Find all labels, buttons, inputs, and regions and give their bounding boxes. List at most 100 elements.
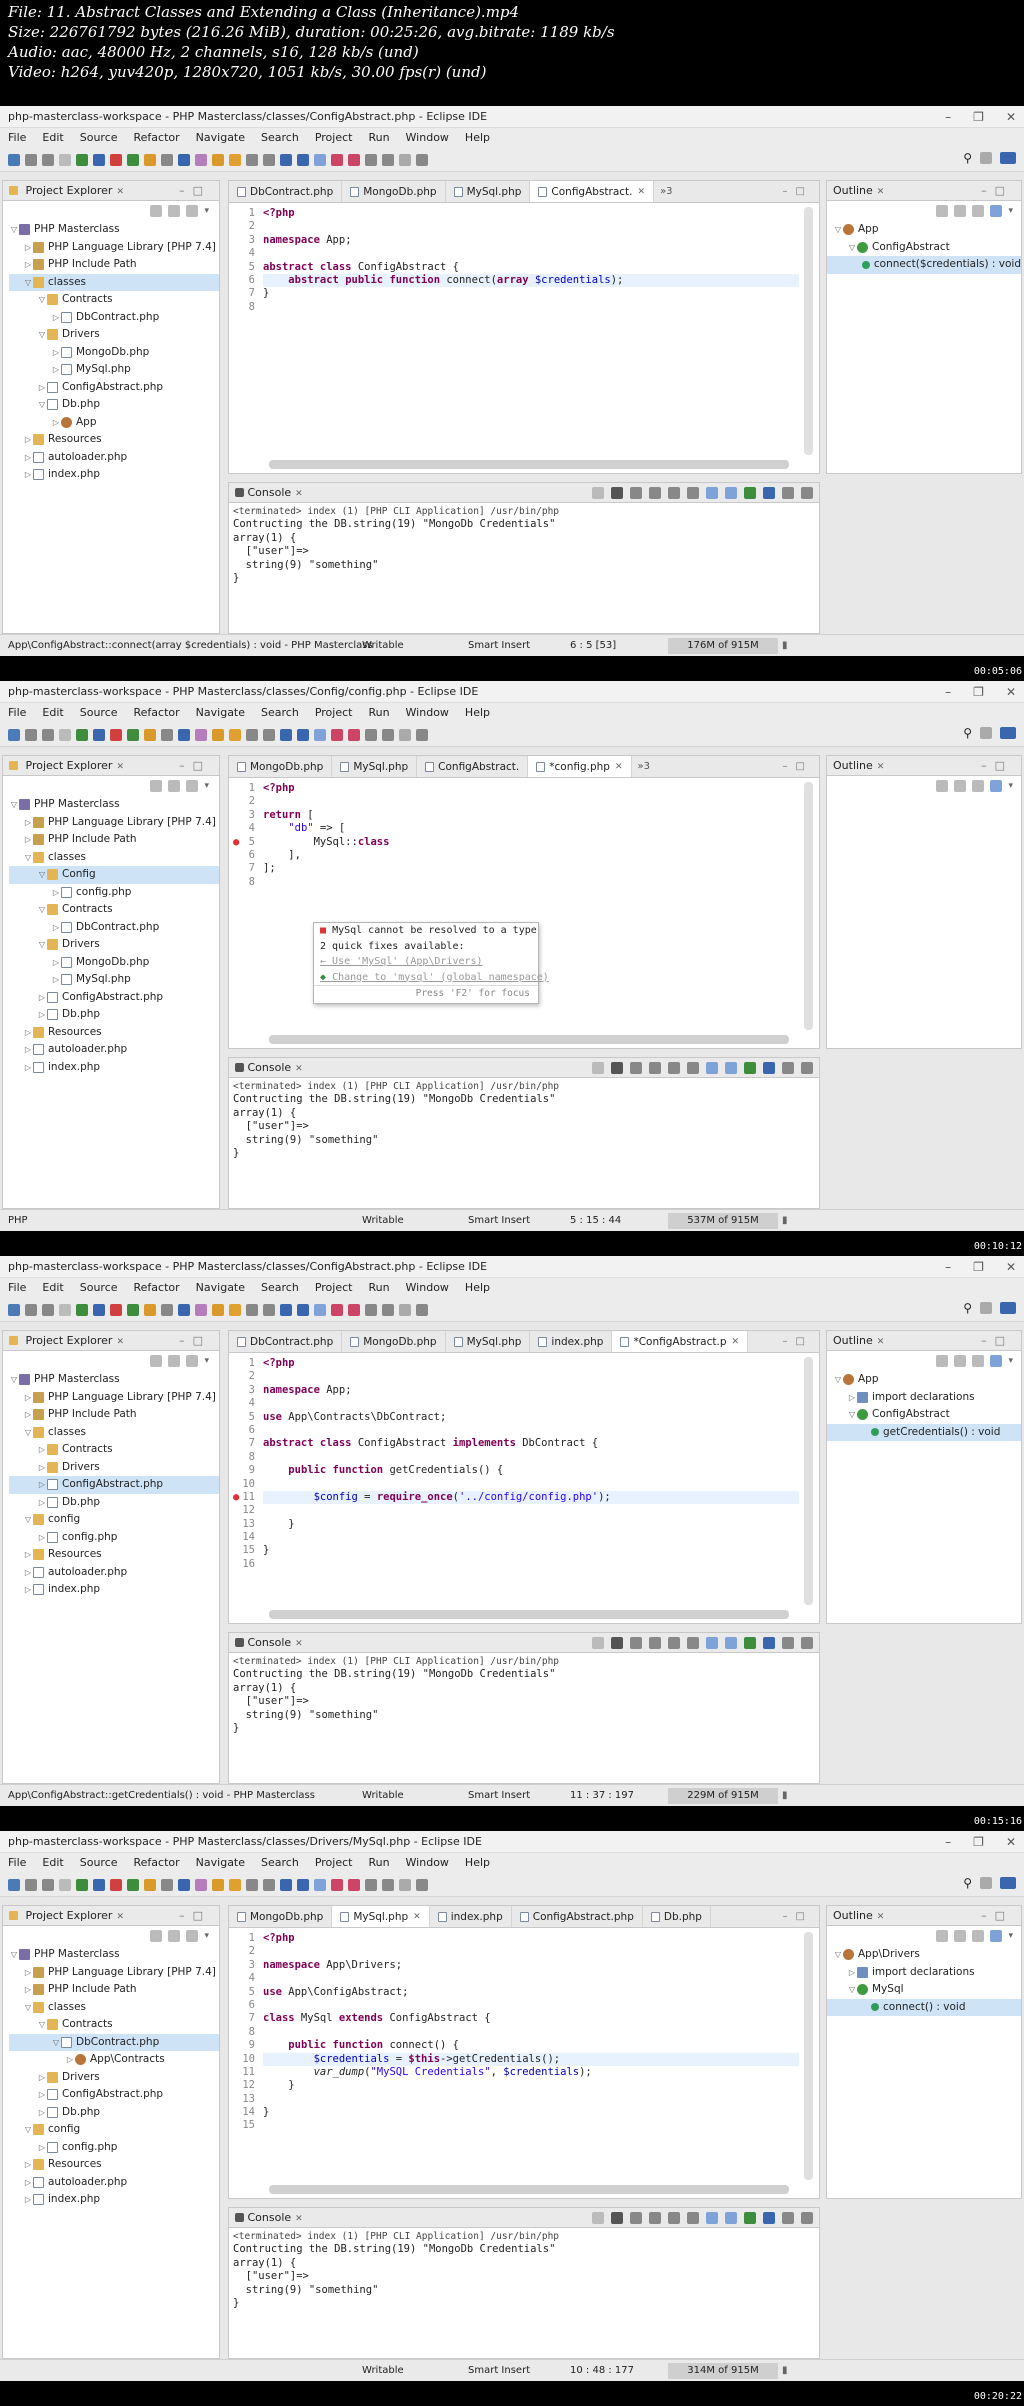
toolbar-icon[interactable] (212, 728, 224, 741)
menu-item[interactable]: Project (315, 1278, 353, 1298)
expand-toggle-icon[interactable]: ▷ (51, 309, 61, 327)
expand-toggle-icon[interactable]: ▷ (51, 954, 61, 972)
project-explorer-tab[interactable]: Project Explorer ✕ –□ (3, 1331, 219, 1351)
console-toolbar-icon[interactable] (725, 1062, 737, 1074)
tree-item[interactable]: ▷ Db.php (9, 2104, 219, 2122)
menu-item[interactable]: Refactor (134, 128, 180, 148)
collapse-all-icon[interactable] (150, 1355, 163, 1367)
console-toolbar-icon[interactable] (763, 2212, 775, 2224)
vertical-scrollbar[interactable] (804, 782, 813, 1030)
toolbar-icon[interactable] (110, 1303, 122, 1316)
menu-item[interactable]: Source (80, 1853, 118, 1873)
toolbar-icon[interactable] (246, 1303, 258, 1316)
expand-toggle-icon[interactable]: ▷ (23, 239, 33, 257)
tree-item[interactable]: ▷ PHP Language Library [PHP 7.4] (9, 1964, 219, 1982)
toolbar-icon[interactable] (161, 1878, 173, 1891)
menu-item[interactable]: Navigate (196, 128, 245, 148)
quick-fix-option[interactable]: ◆ Change to 'mysql' (global namespace) (314, 970, 549, 986)
collapse-all-icon[interactable] (150, 1930, 163, 1942)
outline-tab[interactable]: Outline ✕ –□ (827, 756, 1021, 776)
editor-tab[interactable]: *ConfigAbstract.p ✕ (612, 1331, 749, 1353)
perspective-icon[interactable] (980, 727, 992, 739)
error-marker-icon[interactable]: ● (233, 1491, 239, 1504)
view-menu-icon[interactable]: ▾ (1008, 781, 1013, 791)
close-icon[interactable]: ✕ (295, 1639, 303, 1649)
toolbar-icon[interactable] (178, 1878, 190, 1891)
close-icon[interactable]: ✕ (1006, 681, 1016, 703)
toolbar-icon[interactable] (93, 1303, 105, 1316)
console-toolbar-icon[interactable] (649, 2212, 661, 2224)
tree-item[interactable]: ▷ MySql.php (9, 971, 219, 989)
toolbar-icon[interactable] (263, 1878, 275, 1891)
console-toolbar-icon[interactable] (611, 1062, 623, 1074)
toolbar-icon[interactable] (348, 728, 360, 741)
tree-item[interactable]: ▷ ConfigAbstract.php (9, 2086, 219, 2104)
close-tab-icon[interactable]: ✕ (732, 1331, 740, 1353)
editor-tab[interactable]: ConfigAbstract.php (512, 1906, 643, 1927)
maximize-icon[interactable]: ❐ (973, 1256, 984, 1278)
tree-item[interactable]: ▽ PHP Masterclass (9, 796, 219, 814)
horizontal-scrollbar[interactable] (269, 460, 789, 469)
toolbar-icon[interactable] (110, 153, 122, 166)
tree-item[interactable]: ▷ Contracts (9, 1441, 219, 1459)
link-editor-icon[interactable] (168, 780, 181, 792)
console-toolbar-icon[interactable] (687, 487, 699, 499)
console-toolbar-icon[interactable] (630, 487, 642, 499)
menu-item[interactable]: Window (406, 1278, 449, 1298)
outline-item[interactable]: ▽ MySql (827, 1981, 1021, 1999)
toolbar-icon[interactable] (127, 1878, 139, 1891)
expand-toggle-icon[interactable]: ▷ (51, 414, 61, 432)
menu-item[interactable]: Refactor (134, 1853, 180, 1873)
editor-minmax[interactable]: –□ (783, 181, 813, 203)
tree-item[interactable]: ▷ DbContract.php (9, 919, 219, 937)
php-perspective-icon[interactable] (1000, 152, 1016, 164)
toolbar-icon[interactable] (144, 728, 156, 741)
menu-item[interactable]: Edit (42, 128, 63, 148)
console-toolbar-icon[interactable] (630, 1637, 642, 1649)
tree-item[interactable]: ▷ MySql.php (9, 361, 219, 379)
editor-tab[interactable]: MySql.php (446, 1331, 531, 1352)
tree-item[interactable]: ▷ PHP Include Path (9, 1406, 219, 1424)
toolbar-icon[interactable] (195, 1303, 207, 1316)
expand-toggle-icon[interactable]: ▽ (847, 1406, 857, 1424)
toolbar-icon[interactable] (382, 1303, 394, 1316)
expand-toggle-icon[interactable]: ▷ (23, 1389, 33, 1407)
tree-item[interactable]: ▽ config (9, 1511, 219, 1529)
tree-item[interactable]: ▷ ConfigAbstract.php (9, 379, 219, 397)
maximize-icon[interactable]: ❐ (973, 106, 984, 128)
toolbar-icon[interactable] (382, 728, 394, 741)
expand-toggle-icon[interactable]: ▽ (833, 1946, 843, 1964)
toolbar-icon[interactable] (42, 153, 54, 166)
expand-toggle-icon[interactable]: ▷ (23, 831, 33, 849)
toolbar-icon[interactable] (314, 1303, 326, 1316)
menu-item[interactable]: Navigate (196, 703, 245, 723)
menu-item[interactable]: Run (368, 1853, 389, 1873)
tree-item[interactable]: ▽ classes (9, 273, 219, 291)
link-editor-icon[interactable] (168, 1930, 181, 1942)
console-toolbar-icon[interactable] (744, 487, 756, 499)
link-icon[interactable] (990, 780, 1003, 792)
editor-tab[interactable]: Db.php (643, 1906, 711, 1927)
expand-toggle-icon[interactable]: ▷ (37, 1441, 47, 1459)
editor-minmax[interactable]: –□ (783, 1906, 813, 1928)
toolbar-icon[interactable] (212, 1878, 224, 1891)
console-toolbar-icon[interactable] (725, 2212, 737, 2224)
tab-overflow[interactable] (711, 1906, 723, 1927)
editor-tab[interactable]: index.php (430, 1906, 512, 1927)
tree-item[interactable]: ▷ MongoDb.php (9, 954, 219, 972)
toolbar-icon[interactable] (399, 1303, 411, 1316)
tree-item[interactable]: ▽ classes (9, 1999, 219, 2017)
link-icon[interactable] (990, 1355, 1003, 1367)
console-toolbar-icon[interactable] (706, 2212, 718, 2224)
console-toolbar-icon[interactable] (630, 1062, 642, 1074)
hide-static-icon[interactable] (972, 780, 985, 792)
vertical-scrollbar[interactable] (804, 1932, 813, 2180)
perspective-icon[interactable] (980, 1302, 992, 1314)
hide-fields-icon[interactable] (954, 780, 967, 792)
php-perspective-icon[interactable] (1000, 1302, 1016, 1314)
toolbar-icon[interactable] (59, 728, 71, 741)
toolbar-icon[interactable] (76, 1878, 88, 1891)
toolbar-icon[interactable] (25, 153, 37, 166)
outline-tab[interactable]: Outline ✕ –□ (827, 1906, 1021, 1926)
filter-icon[interactable] (186, 1930, 199, 1942)
